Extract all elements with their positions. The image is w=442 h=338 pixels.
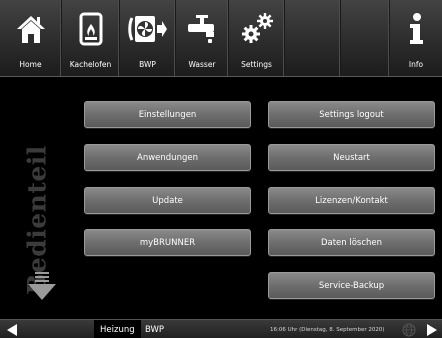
fan-unit-icon [127,12,168,50]
globe-icon[interactable] [402,323,416,337]
previous-arrow-icon[interactable] [6,324,18,336]
next-arrow-icon[interactable] [426,324,438,336]
nav-bwp[interactable]: BWP [120,0,176,76]
nav-empty-slot-2 [341,0,390,76]
nav-wasser-label: Wasser [188,60,216,69]
settings-logout-button[interactable]: Settings logout [268,101,435,128]
scroll-down-arrow[interactable] [28,272,56,302]
neustart-button[interactable]: Neustart [268,144,435,171]
daten-loeschen-button[interactable]: Daten löschen [268,229,435,256]
stove-icon [76,12,106,50]
gears-icon [239,10,275,50]
faucet-icon [186,12,218,50]
house-icon [14,12,48,50]
screen: Home Kachelofen BWP Wasser Settings Info… [0,0,442,338]
nav-bwp-label: BWP [139,60,156,69]
nav-home-label: Home [19,60,42,69]
nav-info-label: Info [408,60,424,69]
lizenzen-kontakt-button[interactable]: Lizenzen/Kontakt [268,187,435,214]
top-navigation-bar: Home Kachelofen BWP Wasser Settings Info [0,0,442,77]
tab-heizung[interactable]: Heizung [94,320,141,338]
nav-info[interactable]: Info [390,0,442,76]
nav-settings[interactable]: Settings [229,0,285,76]
info-icon [406,12,426,50]
nav-kachelofen-label: Kachelofen [69,60,112,69]
nav-wasser[interactable]: Wasser [176,0,229,76]
anwendungen-button[interactable]: Anwendungen [84,144,251,171]
bottom-status-bar: Heizung BWP 16:06 Uhr (Dienstag, 8. Sept… [0,319,442,338]
service-backup-button[interactable]: Service-Backup [268,272,435,299]
nav-kachelofen[interactable]: Kachelofen [62,0,120,76]
arrow-down-icon [28,272,56,300]
side-caption: Bedienteil [22,145,52,295]
nav-home[interactable]: Home [0,0,62,76]
mybrunner-button[interactable]: myBRUNNER [84,229,251,256]
einstellungen-button[interactable]: Einstellungen [84,101,251,128]
nav-empty-slot-1 [285,0,341,76]
date-time-status: 16:06 Uhr (Dienstag, 8. September 2020) [270,326,385,333]
tab-bwp[interactable]: BWP [145,320,164,338]
update-button[interactable]: Update [84,187,251,214]
nav-settings-label: Settings [241,60,272,69]
